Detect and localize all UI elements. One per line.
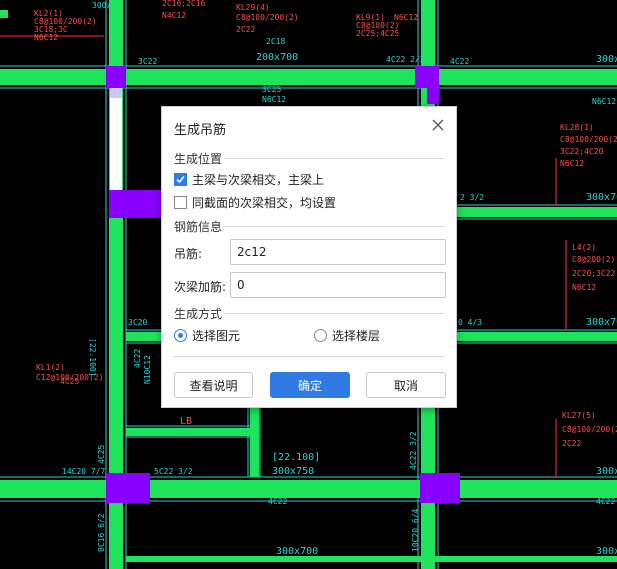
cad-label: 300x bbox=[596, 54, 617, 65]
cad-label: KL27(5) bbox=[562, 411, 596, 420]
cancel-button[interactable]: 取消 bbox=[366, 372, 446, 398]
cad-label: N4C12 bbox=[162, 11, 186, 20]
checkbox-unchecked[interactable] bbox=[174, 196, 187, 209]
radio-select-floor[interactable]: 选择楼层 bbox=[314, 327, 380, 344]
cad-label: 300x bbox=[92, 1, 111, 10]
cad-label: [22.100] bbox=[88, 338, 97, 377]
cad-label: N6C12 bbox=[560, 159, 584, 168]
cad-label: 3C22 bbox=[138, 57, 157, 66]
divider bbox=[224, 313, 444, 314]
cad-label: 300x bbox=[596, 546, 617, 557]
cad-label: L4(2) bbox=[572, 243, 596, 252]
cad-label: 3C25 bbox=[262, 85, 281, 94]
cad-label: 4C22 2/2 bbox=[386, 55, 425, 64]
radio-select-element[interactable]: 选择图元 bbox=[174, 327, 240, 344]
selected-beam bbox=[110, 96, 122, 190]
cad-label: N6C12 bbox=[572, 283, 596, 292]
ok-button[interactable]: 确定 bbox=[270, 372, 350, 398]
cad-label: 300x70 bbox=[586, 192, 617, 203]
extra-rebar-input[interactable] bbox=[230, 272, 446, 298]
cad-label: 4C25 bbox=[97, 445, 106, 464]
cad-label: 4C22 bbox=[596, 497, 615, 506]
cad-label: N6C12 bbox=[592, 97, 616, 106]
cad-label: 14C20 7/7 bbox=[62, 467, 106, 476]
section-position-label: 生成位置 bbox=[174, 152, 223, 166]
dialog-title: 生成吊筋 bbox=[174, 123, 227, 138]
checkbox-checked[interactable] bbox=[174, 173, 187, 186]
cad-label: C8@100/200(2) bbox=[236, 13, 299, 22]
cad-label: 2C25;4C25 bbox=[356, 29, 400, 38]
cad-label: 4C22 bbox=[450, 57, 469, 66]
hanger-label: 吊筋: bbox=[174, 247, 203, 261]
extra-rebar-label: 次梁加筋: bbox=[174, 280, 227, 294]
section-rebar-label: 钢筋信息 bbox=[174, 220, 223, 234]
cad-label: 300x bbox=[596, 466, 617, 477]
cad-label: N6C12 bbox=[34, 33, 58, 42]
cad-label: [22.100] bbox=[272, 452, 320, 463]
cad-label: 2C22 bbox=[562, 439, 581, 448]
cad-label: 2C16;2C16 bbox=[162, 0, 206, 8]
radio-unselected[interactable] bbox=[314, 329, 327, 342]
cad-label: C8@200(2) bbox=[572, 255, 615, 264]
cad-label: 200x700 bbox=[256, 52, 298, 63]
radio-select-floor-label: 选择楼层 bbox=[332, 329, 381, 343]
cad-label: 4C25 bbox=[60, 377, 79, 386]
hanger-input[interactable] bbox=[230, 239, 446, 265]
section-method-label: 生成方式 bbox=[174, 307, 223, 321]
help-button[interactable]: 查看说明 bbox=[174, 372, 253, 398]
cad-label: C8@100/200(2) bbox=[562, 425, 617, 434]
radio-select-element-label: 选择图元 bbox=[192, 329, 241, 343]
cad-label: KL1(2) bbox=[36, 363, 65, 372]
cad-label: KL29(4) bbox=[236, 3, 270, 12]
cad-label: N10C12 bbox=[143, 355, 152, 384]
option-same-section-label: 同截面的次梁相交，均设置 bbox=[192, 196, 337, 210]
cad-label: N6C12 bbox=[262, 95, 286, 104]
cad-label: 300x700 bbox=[276, 546, 318, 557]
cad-label: 2C22 bbox=[236, 25, 255, 34]
cad-label: 300x750 bbox=[272, 466, 314, 477]
divider bbox=[174, 356, 444, 357]
cad-label: 2 3/2 bbox=[460, 193, 484, 202]
generate-hanger-dialog: 生成吊筋 生成位置 主梁与次梁相交，主梁上 同截面的次梁相交，均设置 钢筋信息 … bbox=[161, 106, 457, 408]
close-icon[interactable] bbox=[430, 117, 446, 133]
cad-label: N6C12 bbox=[394, 13, 418, 22]
cad-label: 4C22 bbox=[133, 349, 142, 368]
cad-label: C8@100/200(2) bbox=[560, 135, 617, 144]
cad-label: 300x70 bbox=[586, 317, 617, 328]
radio-selected[interactable] bbox=[174, 329, 187, 342]
cad-label: 3C22;4C20 bbox=[560, 147, 604, 156]
option-main-secondary[interactable]: 主梁与次梁相交，主梁上 bbox=[174, 171, 324, 188]
option-main-secondary-label: 主梁与次梁相交，主梁上 bbox=[192, 173, 325, 187]
cad-label: 0 4/3 bbox=[458, 318, 482, 327]
option-same-section[interactable]: 同截面的次梁相交，均设置 bbox=[174, 194, 336, 211]
cad-label: 2C20;3C22 bbox=[572, 269, 616, 278]
cad-label: 3C20 bbox=[128, 318, 147, 327]
cad-label: 2C18 bbox=[266, 37, 285, 46]
cad-label: 10C20 6/4 bbox=[411, 508, 420, 552]
cad-label: 4C22 bbox=[268, 497, 287, 506]
cad-label: LB bbox=[180, 416, 192, 427]
divider bbox=[224, 226, 444, 227]
cad-label: 4C22 3/2 bbox=[409, 431, 418, 470]
divider bbox=[224, 158, 444, 159]
cad-label: 5C22 3/2 bbox=[154, 467, 193, 476]
cad-label: 8C16 6/2 bbox=[97, 513, 106, 552]
cad-label: KL28(1) bbox=[560, 123, 594, 132]
